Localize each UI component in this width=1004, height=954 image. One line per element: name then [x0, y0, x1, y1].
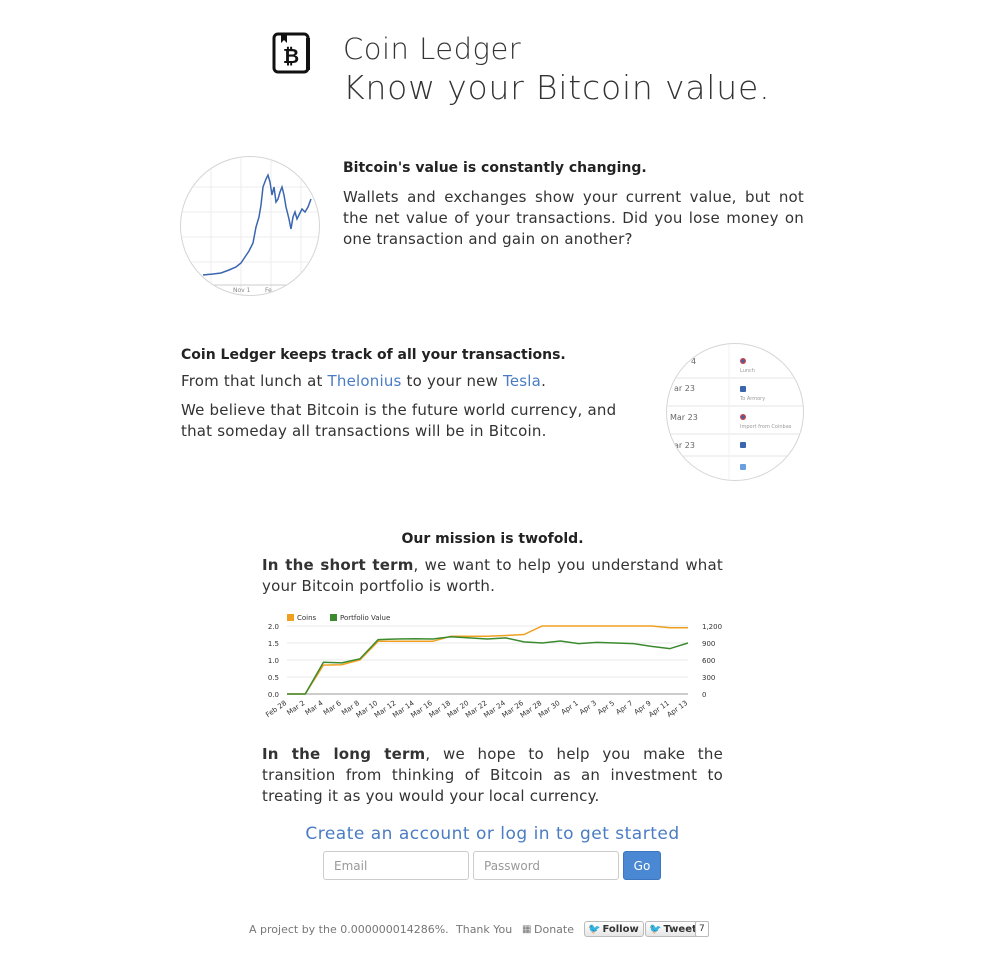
x-tick-label: Apr 7 [614, 699, 634, 716]
y-right-tick-label: 600 [702, 657, 715, 665]
price-history-sparkline: Nov 1 Fe [181, 157, 319, 295]
transactions-thumbnail: 4 Lunch ar 23 To Armory Mar 23 Import fr… [666, 343, 804, 481]
legend-label: Portfolio Value [340, 614, 390, 622]
y-right-tick-label: 900 [702, 640, 715, 648]
legend-swatch [287, 614, 294, 621]
follow-button[interactable]: 🐦 Follow [584, 921, 644, 937]
x-tick-label: Apr 1 [560, 699, 580, 716]
y-right-tick-label: 300 [702, 674, 715, 682]
mission-title: Our mission is twofold. [401, 531, 584, 547]
y-left-tick-label: 0.0 [268, 691, 279, 699]
y-right-tick-label: 1,200 [702, 623, 722, 631]
svg-text:₿: ₿ [283, 44, 299, 68]
tweet-label: Tweet [663, 923, 697, 935]
thumb-row-icons [740, 358, 746, 470]
thelonius-link[interactable]: Thelonius [328, 372, 402, 390]
x-tick-label: Apr 5 [596, 699, 616, 716]
thumb-row-date-1: 4 [691, 357, 696, 366]
footer: A project by the 0.000000014286%. Thank … [249, 921, 719, 939]
project-credit: A project by the 0.000000014286%. [249, 923, 449, 936]
series-line-portfolio-value [287, 636, 689, 695]
ledger-bitcoin-logo: ₿ [272, 32, 310, 74]
thank-you-link[interactable]: Thank You [456, 923, 512, 936]
login-form: Go [323, 851, 663, 881]
header: ₿ Coin Ledger Know your Bitcoin value. [272, 30, 792, 110]
thumb-row-date-4: ar 23 [674, 441, 695, 450]
x-tick-label: Mar 2 [285, 699, 306, 717]
tweet-count: 7 [695, 921, 709, 937]
tesla-link[interactable]: Tesla [503, 372, 541, 390]
x-tick-label: Mar 6 [322, 699, 343, 717]
donate-link[interactable]: Donate [534, 923, 574, 936]
tracking-text-suffix: . [541, 372, 547, 390]
y-left-tick-label: 1.0 [268, 657, 279, 665]
tracking-section-title: Coin Ledger keeps track of all your tran… [181, 347, 566, 363]
thumb-row-label-3: Import from Coinbas [740, 424, 792, 430]
tracking-section: Coin Ledger keeps track of all your tran… [181, 347, 646, 442]
tracking-example-text: From that lunch at Thelonius to your new… [181, 371, 646, 392]
thumb-row-label-1: Lunch [740, 368, 755, 374]
twitter-bird-icon: 🐦 [649, 923, 662, 935]
y-left-tick-label: 2.0 [268, 623, 279, 631]
short-term-text: In the short term, we want to help you u… [262, 555, 723, 597]
y-right-tick-label: 0 [702, 691, 706, 699]
value-section-title: Bitcoin's value is constantly changing. [343, 160, 647, 176]
x-tick-label: Apr 3 [578, 699, 598, 716]
legend-label: Coins [297, 614, 317, 622]
y-left-tick-label: 0.5 [268, 674, 279, 682]
password-field[interactable] [473, 851, 619, 880]
go-button[interactable]: Go [623, 851, 661, 880]
x-tick-label: Feb 28 [264, 699, 288, 718]
transactions-list-preview: 4 Lunch ar 23 To Armory Mar 23 Import fr… [667, 344, 803, 480]
x-tick-label: Mar 4 [304, 699, 325, 717]
price-chart-thumbnail: Nov 1 Fe [180, 156, 320, 296]
legend-swatch [330, 614, 337, 621]
follow-label: Follow [602, 923, 639, 935]
twitter-bird-icon: 🐦 [588, 923, 601, 935]
signup-cta[interactable]: Create an account or log in to get start… [262, 824, 723, 844]
long-term-label: In the long term [262, 745, 426, 763]
thumb-row-date-2: ar 23 [674, 384, 695, 393]
tracking-belief-text: We believe that Bitcoin is the future wo… [181, 401, 617, 440]
short-term-label: In the short term [262, 556, 414, 574]
x-tick-label: Apr 13 [666, 699, 690, 718]
thumb-row-date-3: Mar 23 [670, 413, 698, 422]
tweet-button[interactable]: 🐦 Tweet [645, 921, 702, 937]
value-section: Bitcoin's value is constantly changing. … [343, 160, 804, 250]
app-name: Coin Ledger [343, 32, 522, 66]
portfolio-chart-svg: 0.00.51.01.52.003006009001,200Feb 28Mar … [264, 614, 722, 720]
y-left-tick-label: 1.5 [268, 640, 279, 648]
email-field[interactable] [323, 851, 469, 880]
portfolio-chart: 0.0 0.5 1.0 1.5 2.0 0 300 600 900 1,200 Feb 28 Mar … [262, 608, 724, 720]
thumb-row-label-2: To Armory [739, 396, 765, 402]
long-term-text: In the long term, we hope to help you ma… [262, 744, 723, 807]
tracking-text-prefix: From that lunch at [181, 372, 328, 390]
thumb-x-label-1: Nov 1 [233, 287, 251, 294]
value-section-text: Wallets and exchanges show your current … [343, 188, 804, 248]
tagline: Know your Bitcoin value. [343, 68, 771, 107]
tracking-text-middle: to your new [401, 372, 504, 390]
thumb-x-label-2: Fe [265, 287, 272, 294]
qr-code-icon: ▦ [522, 924, 532, 935]
